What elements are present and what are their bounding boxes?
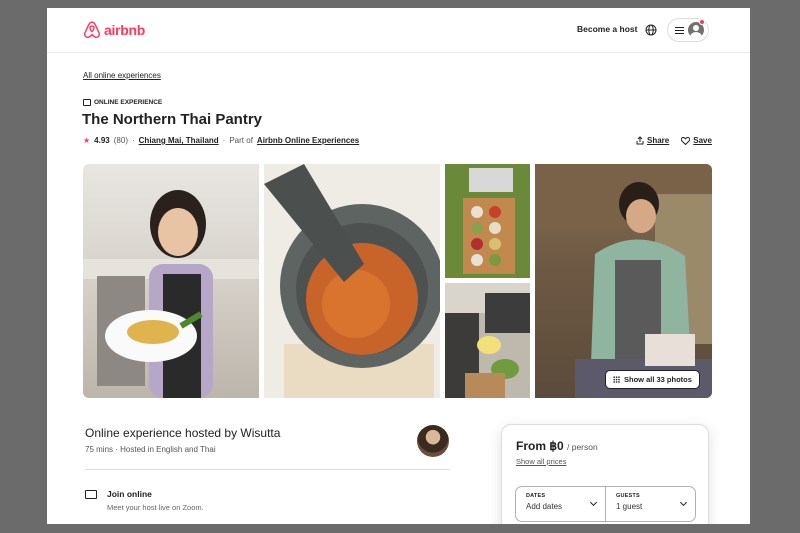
guests-value: 1 guest (616, 502, 643, 511)
top-navbar: airbnb Become a host (47, 8, 750, 53)
guests-picker[interactable]: GUESTS 1 guest (605, 487, 695, 521)
page-actions: Share Save (636, 136, 712, 145)
mortar-paste-image (264, 164, 440, 398)
show-all-photos-label: Show all 33 photos (624, 375, 692, 384)
experience-type-label: ONLINE EXPERIENCE (94, 99, 163, 106)
airbnb-logo[interactable]: airbnb (83, 20, 145, 40)
share-label: Share (647, 136, 670, 145)
grid-dots-icon (613, 376, 620, 383)
browser-viewport: airbnb Become a host All online experien… (47, 8, 750, 524)
host-subtitle: 75 mins · Hosted in English and Thai (85, 445, 216, 454)
show-all-photos-button[interactable]: Show all 33 photos (605, 370, 700, 389)
save-button[interactable]: Save (681, 136, 712, 145)
hamburger-icon (675, 26, 684, 34)
notification-dot (699, 19, 705, 25)
gallery-photo-ingredients-tray[interactable] (445, 164, 530, 278)
user-menu-button[interactable] (667, 18, 709, 42)
separator-dot: · (131, 136, 135, 145)
feature-subtitle: Meet your host live on Zoom. (107, 503, 204, 512)
photo-gallery (83, 164, 712, 398)
dates-label: DATES (526, 493, 546, 499)
experience-type: ONLINE EXPERIENCE (83, 99, 162, 106)
experience-meta: ★ 4.93 (80) · Chiang Mai, Thailand · Par… (83, 136, 359, 145)
date-guest-picker: DATES Add dates GUESTS 1 guest (515, 486, 696, 522)
host-avatar[interactable] (417, 425, 449, 457)
save-label: Save (693, 136, 712, 145)
location-link[interactable]: Chiang Mai, Thailand (139, 136, 219, 145)
review-count[interactable]: (80) (114, 136, 128, 145)
monitor-icon (85, 490, 97, 499)
part-of-prefix: Part of (229, 136, 253, 145)
airbnb-logo-icon (83, 21, 101, 39)
page-title: The Northern Thai Pantry (82, 111, 263, 128)
breadcrumb-link[interactable]: All online experiences (83, 71, 161, 80)
separator-dot: · (222, 136, 226, 145)
price-unit: / person (567, 442, 598, 452)
share-button[interactable]: Share (636, 136, 669, 145)
dates-value: Add dates (526, 502, 563, 511)
gallery-photo-host-with-dish[interactable] (83, 164, 259, 398)
gallery-photo-host-cooking[interactable] (535, 164, 712, 398)
rating-value: 4.93 (94, 136, 110, 145)
kitchen-cooking-image (445, 283, 530, 398)
star-icon: ★ (83, 136, 91, 145)
gallery-photo-kitchen-cooking[interactable] (445, 283, 530, 398)
share-icon (636, 136, 644, 145)
guests-label: GUESTS (616, 493, 640, 499)
online-experience-icon (83, 99, 91, 106)
show-all-prices-link[interactable]: Show all prices (516, 457, 566, 466)
globe-icon[interactable] (645, 24, 657, 36)
price-amount: From ฿0 (516, 439, 564, 453)
host-title: Online experience hosted by Wisutta (85, 426, 281, 440)
host-with-dish-image (83, 190, 259, 398)
logo-text: airbnb (104, 22, 145, 38)
host-cooking-image (535, 164, 712, 398)
gallery-photo-mortar-paste[interactable] (264, 164, 440, 398)
become-host-link[interactable]: Become a host (577, 24, 637, 34)
heart-icon (681, 136, 691, 145)
section-divider (85, 469, 450, 470)
ingredients-tray-image (463, 168, 515, 274)
booking-card: From ฿0 / person Show all prices DATES A… (501, 424, 709, 524)
price-line: From ฿0 / person (516, 439, 598, 453)
dates-picker[interactable]: DATES Add dates (516, 487, 605, 521)
collection-link[interactable]: Airbnb Online Experiences (257, 136, 359, 145)
feature-title: Join online (107, 489, 152, 499)
